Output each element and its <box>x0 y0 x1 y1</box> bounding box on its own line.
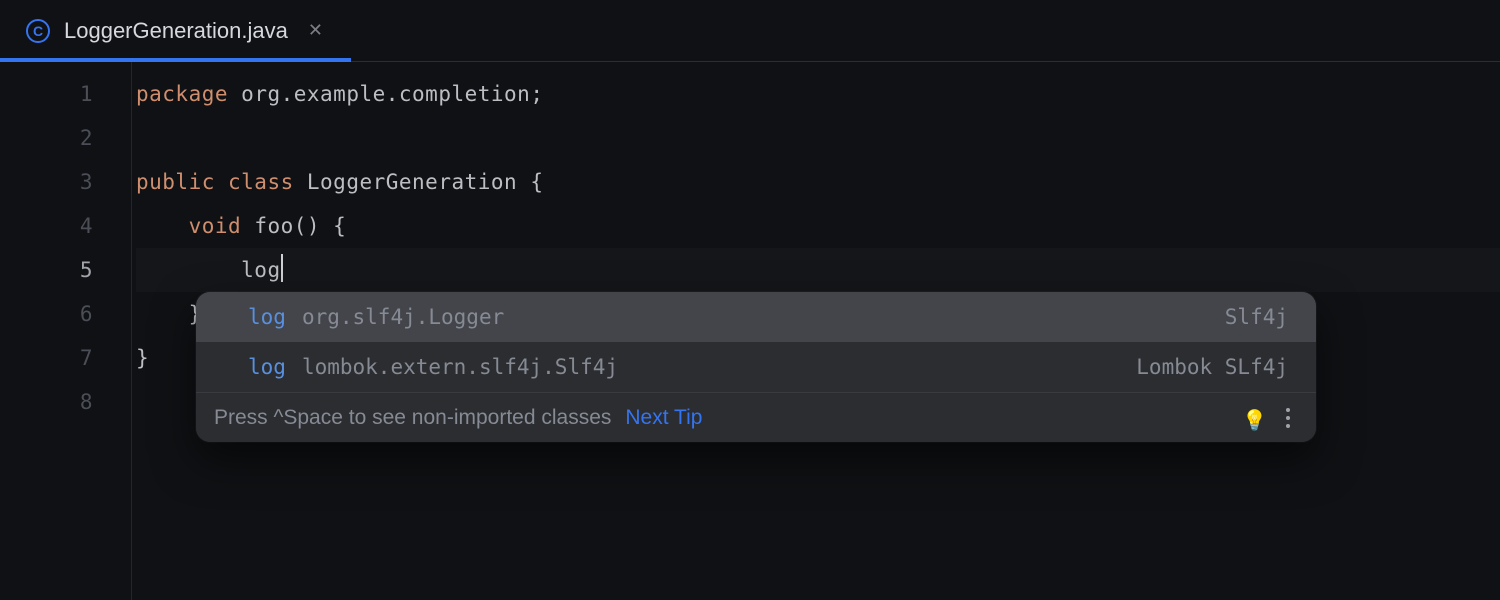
editor-tab-title: LoggerGeneration.java <box>64 18 288 44</box>
completion-hint-text: Press ^Space to see non-imported classes <box>214 406 611 430</box>
completion-item-source: Lombok SLf4j <box>1136 355 1288 379</box>
completion-item[interactable]: log org.slf4j.Logger Slf4j <box>196 292 1316 342</box>
class-file-icon: C <box>26 19 50 43</box>
line-number: 4 <box>0 204 93 248</box>
text-caret <box>281 254 283 282</box>
completion-item-desc: lombok.extern.slf4j.Slf4j <box>302 355 618 379</box>
next-tip-link[interactable]: Next Tip <box>625 406 702 430</box>
line-number: 8 <box>0 380 93 424</box>
code-completion-popup: log org.slf4j.Logger Slf4j log lombok.ex… <box>196 292 1316 442</box>
lightbulb-icon[interactable]: 💡 <box>1242 408 1262 428</box>
line-number-current: 5 <box>0 248 93 292</box>
line-number: 1 <box>0 72 93 116</box>
line-number: 6 <box>0 292 93 336</box>
line-number: 3 <box>0 160 93 204</box>
completion-item-name: log <box>248 305 286 329</box>
code-line-current: log <box>136 248 1500 292</box>
completion-item[interactable]: log lombok.extern.slf4j.Slf4j Lombok SLf… <box>196 342 1316 392</box>
code-line <box>136 116 1500 160</box>
editor-tab-bar: C LoggerGeneration.java ✕ <box>0 0 1500 62</box>
completion-hint-bar: Press ^Space to see non-imported classes… <box>196 392 1316 442</box>
close-tab-icon[interactable]: ✕ <box>302 14 329 47</box>
code-line: package org.example.completion; <box>136 72 1500 116</box>
code-line: public class LoggerGeneration { <box>136 160 1500 204</box>
completion-item-name: log <box>248 355 286 379</box>
code-line: void foo() { <box>136 204 1500 248</box>
editor-tab[interactable]: C LoggerGeneration.java ✕ <box>0 0 357 61</box>
line-number: 7 <box>0 336 93 380</box>
completion-item-source: Slf4j <box>1225 305 1288 329</box>
completion-item-desc: org.slf4j.Logger <box>302 305 504 329</box>
line-number: 2 <box>0 116 93 160</box>
line-number-gutter: 1 2 3 4 5 6 7 8 <box>0 62 132 600</box>
more-options-icon[interactable] <box>1282 404 1294 432</box>
